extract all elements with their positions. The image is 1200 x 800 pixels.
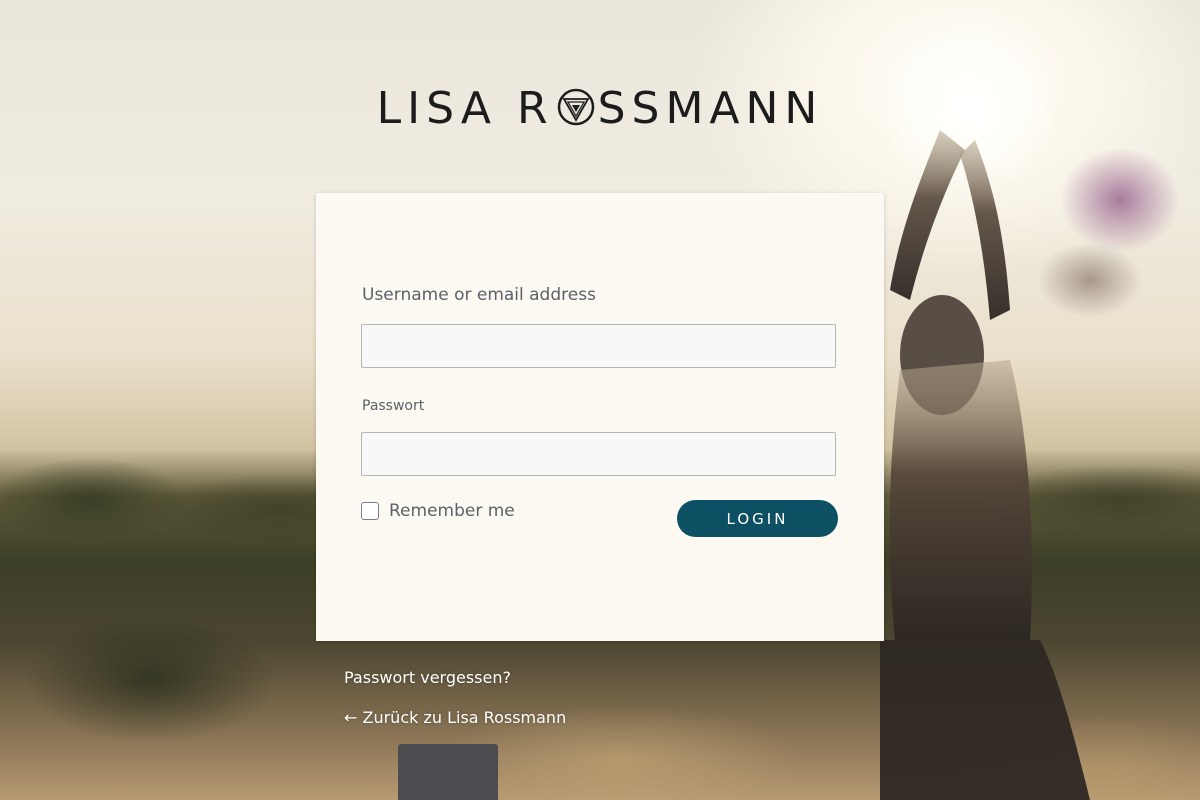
laptop-decoration [398, 744, 498, 800]
person-silhouette-decoration [880, 130, 1090, 800]
remember-me-row[interactable]: Remember me [361, 501, 515, 521]
remember-me-checkbox[interactable] [361, 502, 379, 520]
site-logo[interactable]: LISA R SSMANN [0, 82, 1200, 136]
password-input[interactable] [361, 432, 836, 476]
forgot-password-link[interactable]: Passwort vergessen? [344, 668, 511, 687]
password-label: Passwort [362, 398, 425, 414]
username-input[interactable] [361, 324, 836, 368]
login-form: Username or email address Passwort Remem… [316, 193, 884, 641]
login-page: LISA R SSMANN Username or email address … [0, 0, 1200, 800]
username-label: Username or email address [362, 285, 596, 305]
back-to-site-link[interactable]: ← Zurück zu Lisa Rossmann [344, 708, 566, 727]
remember-me-label[interactable]: Remember me [389, 501, 515, 521]
login-button[interactable]: LOGIN [677, 500, 838, 537]
logo-text-right: SSMANN [597, 83, 824, 134]
logo-text-left: LISA R [376, 83, 554, 134]
logo-triangle-mark-icon [557, 88, 594, 126]
